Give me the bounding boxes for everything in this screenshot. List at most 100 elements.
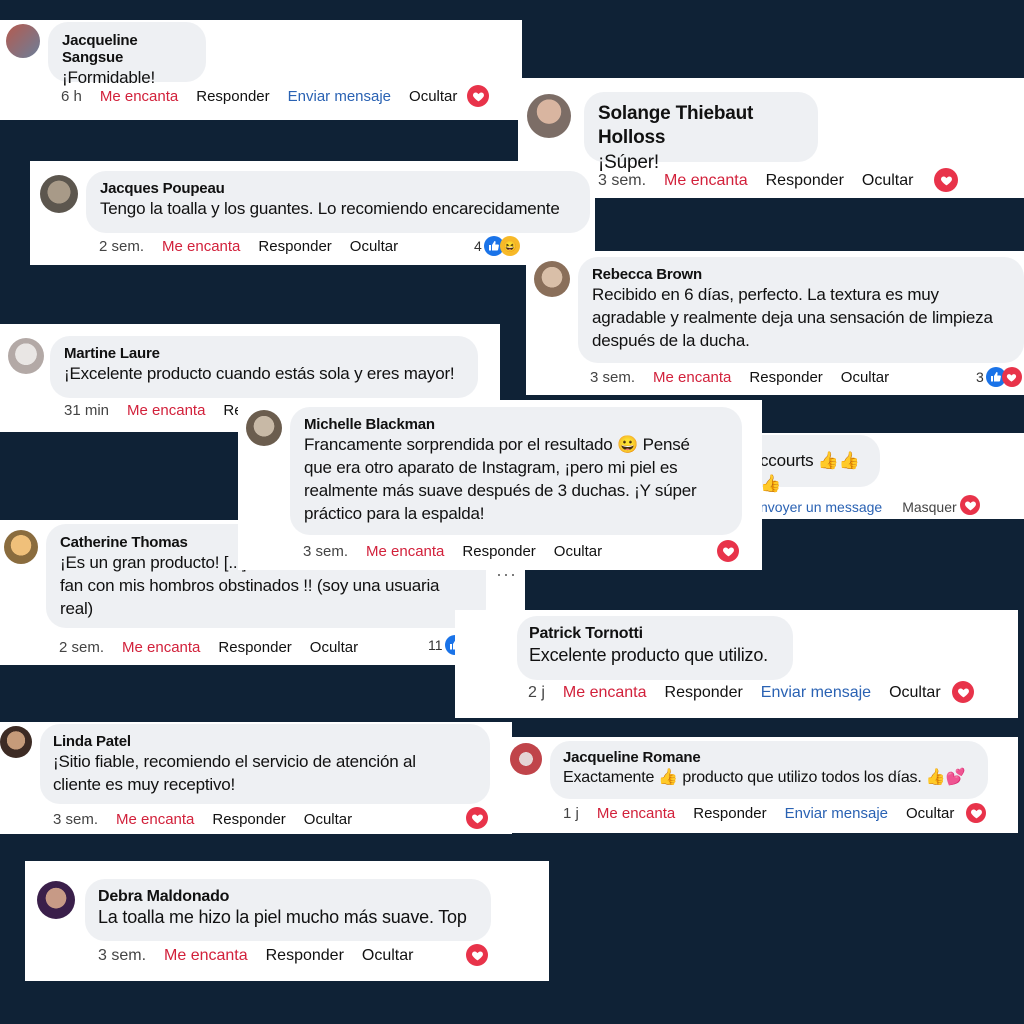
comment-bubble: Michelle Blackman Francamente sorprendid… — [290, 407, 742, 535]
hide-button[interactable]: Ocultar — [862, 172, 914, 190]
timestamp[interactable]: 6 h — [61, 88, 82, 105]
comment-bubble: Linda Patel ¡Sitio fiable, recomiendo el… — [40, 724, 490, 804]
comment-card-patrick-tornotti: Patrick Tornotti Excelente producto que … — [455, 610, 1018, 718]
love-button[interactable]: Me encanta — [127, 402, 205, 419]
comment-text-line: Recibido en 6 días, perfecto. La textura… — [592, 285, 939, 304]
comment-text: Excelente producto que utilizo. — [529, 645, 768, 665]
love-button[interactable]: Me encanta — [100, 88, 178, 105]
reply-button[interactable]: Responder — [665, 684, 743, 702]
avatar[interactable] — [37, 881, 75, 919]
timestamp[interactable]: 3 sem. — [303, 543, 348, 560]
heart-icon[interactable] — [717, 540, 739, 562]
hide-button[interactable]: Ocultar — [350, 238, 398, 255]
heart-icon[interactable] — [934, 168, 958, 192]
author-name[interactable]: Solange Thiebaut Holloss — [598, 102, 804, 150]
comment-text-line: que era otro aparato de Instagram, ¡pero… — [304, 458, 678, 477]
author-name[interactable]: Michelle Blackman — [304, 416, 728, 433]
heart-icon[interactable] — [467, 85, 489, 107]
heart-icon[interactable] — [466, 944, 488, 966]
heart-icon[interactable] — [466, 807, 488, 829]
reply-button[interactable]: Responder — [258, 238, 331, 255]
avatar[interactable] — [8, 338, 44, 374]
hide-button[interactable]: Ocultar — [409, 88, 457, 105]
timestamp[interactable]: 3 sem. — [53, 811, 98, 828]
reply-button[interactable]: Responder — [266, 947, 344, 965]
avatar[interactable] — [4, 530, 38, 564]
timestamp[interactable]: 31 min — [64, 402, 109, 419]
reaction-count: 3 — [976, 369, 984, 385]
reply-button[interactable]: Responder — [462, 543, 535, 560]
timestamp[interactable]: 2 sem. — [59, 639, 104, 656]
hide-button[interactable]: Ocultar — [310, 639, 358, 656]
author-name[interactable]: Jacqueline Sangsue — [62, 32, 192, 66]
comment-text-line: práctico para la espalda! — [304, 504, 485, 523]
comment-actions: 6 h Me encanta Responder Enviar mensaje … — [61, 88, 475, 105]
reply-button[interactable]: Responder — [749, 369, 822, 386]
send-message-button[interactable]: Enviar mensaje — [288, 88, 391, 105]
author-name[interactable]: Jacqueline Romane — [563, 749, 975, 766]
avatar[interactable] — [510, 743, 542, 775]
hide-button[interactable]: Ocultar — [304, 811, 352, 828]
author-name[interactable]: Jacques Poupeau — [100, 180, 576, 197]
comment-text-line: cliente es muy receptivo! — [53, 775, 236, 794]
heart-icon[interactable] — [952, 681, 974, 703]
reaction-summary[interactable]: 4 😆 — [474, 236, 520, 256]
timestamp[interactable]: 2 j — [528, 684, 545, 702]
reply-button[interactable]: Responder — [693, 805, 766, 822]
comment-actions: 2 sem. Me encanta Responder Ocultar — [99, 238, 416, 255]
avatar[interactable] — [527, 94, 571, 138]
send-message-button[interactable]: Enviar mensaje — [761, 684, 871, 702]
author-name[interactable]: Rebecca Brown — [592, 266, 1010, 283]
avatar[interactable] — [6, 24, 40, 58]
avatar[interactable] — [246, 410, 282, 446]
author-name[interactable]: Martine Laure — [64, 345, 464, 362]
love-button[interactable]: Me encanta — [162, 238, 240, 255]
avatar[interactable] — [534, 261, 570, 297]
heart-icon[interactable] — [966, 803, 986, 823]
reply-button[interactable]: Responder — [218, 639, 291, 656]
timestamp[interactable]: 3 sem. — [590, 369, 635, 386]
timestamp[interactable]: 3 sem. — [598, 172, 646, 190]
comment-actions: 3 sem. Me encanta Responder Ocultar — [598, 172, 931, 190]
reply-button[interactable]: Responder — [212, 811, 285, 828]
comment-text-line: realmente más suave después de 3 duchas.… — [304, 481, 697, 500]
hide-button[interactable]: Ocultar — [362, 947, 414, 965]
timestamp[interactable]: 1 j — [563, 805, 579, 822]
comment-text: Exactamente 👍 producto que utilizo todos… — [563, 769, 966, 786]
comment-actions: 2 j Me encanta Responder Enviar mensaje … — [528, 684, 959, 702]
comment-actions: 3 sem. Me encanta Responder Ocultar — [303, 543, 620, 560]
hide-button[interactable]: Ocultar — [906, 805, 954, 822]
love-button[interactable]: Me encanta — [563, 684, 647, 702]
hide-button[interactable]: Ocultar — [889, 684, 941, 702]
comment-text: La toalla me hizo la piel mucho más suav… — [98, 907, 467, 927]
comment-bubble: Debra Maldonado La toalla me hizo la pie… — [85, 879, 491, 941]
comment-text: ccourts 👍👍👍 — [760, 451, 860, 493]
comment-card-jacqueline-romane: Jacqueline Romane Exactamente 👍 producto… — [500, 737, 1018, 833]
comment-bubble: Rebecca Brown Recibido en 6 días, perfec… — [578, 257, 1024, 363]
hide-button[interactable]: Ocultar — [554, 543, 602, 560]
reply-button[interactable]: Responder — [766, 172, 844, 190]
avatar[interactable] — [0, 726, 32, 758]
hide-button[interactable]: Masquer — [902, 499, 956, 515]
send-message-button[interactable]: nvoyer un message — [760, 499, 882, 515]
love-button[interactable]: Me encanta — [653, 369, 731, 386]
author-name[interactable]: Linda Patel — [53, 733, 477, 750]
comment-actions: 3 sem. Me encanta Responder Ocultar — [53, 811, 370, 828]
love-button[interactable]: Me encanta — [116, 811, 194, 828]
heart-icon[interactable] — [960, 495, 980, 515]
timestamp[interactable]: 2 sem. — [99, 238, 144, 255]
reaction-summary[interactable]: 3 — [976, 367, 1022, 387]
love-button[interactable]: Me encanta — [122, 639, 200, 656]
author-name[interactable]: Debra Maldonado — [98, 888, 478, 906]
love-button[interactable]: Me encanta — [164, 947, 248, 965]
love-button[interactable]: Me encanta — [597, 805, 675, 822]
author-name[interactable]: Patrick Tornotti — [529, 625, 781, 643]
love-button[interactable]: Me encanta — [366, 543, 444, 560]
love-button[interactable]: Me encanta — [664, 172, 748, 190]
hide-button[interactable]: Ocultar — [841, 369, 889, 386]
timestamp[interactable]: 3 sem. — [98, 947, 146, 965]
haha-icon: 😆 — [499, 236, 520, 256]
send-message-button[interactable]: Enviar mensaje — [785, 805, 888, 822]
reply-button[interactable]: Responder — [196, 88, 269, 105]
avatar[interactable] — [40, 175, 78, 213]
